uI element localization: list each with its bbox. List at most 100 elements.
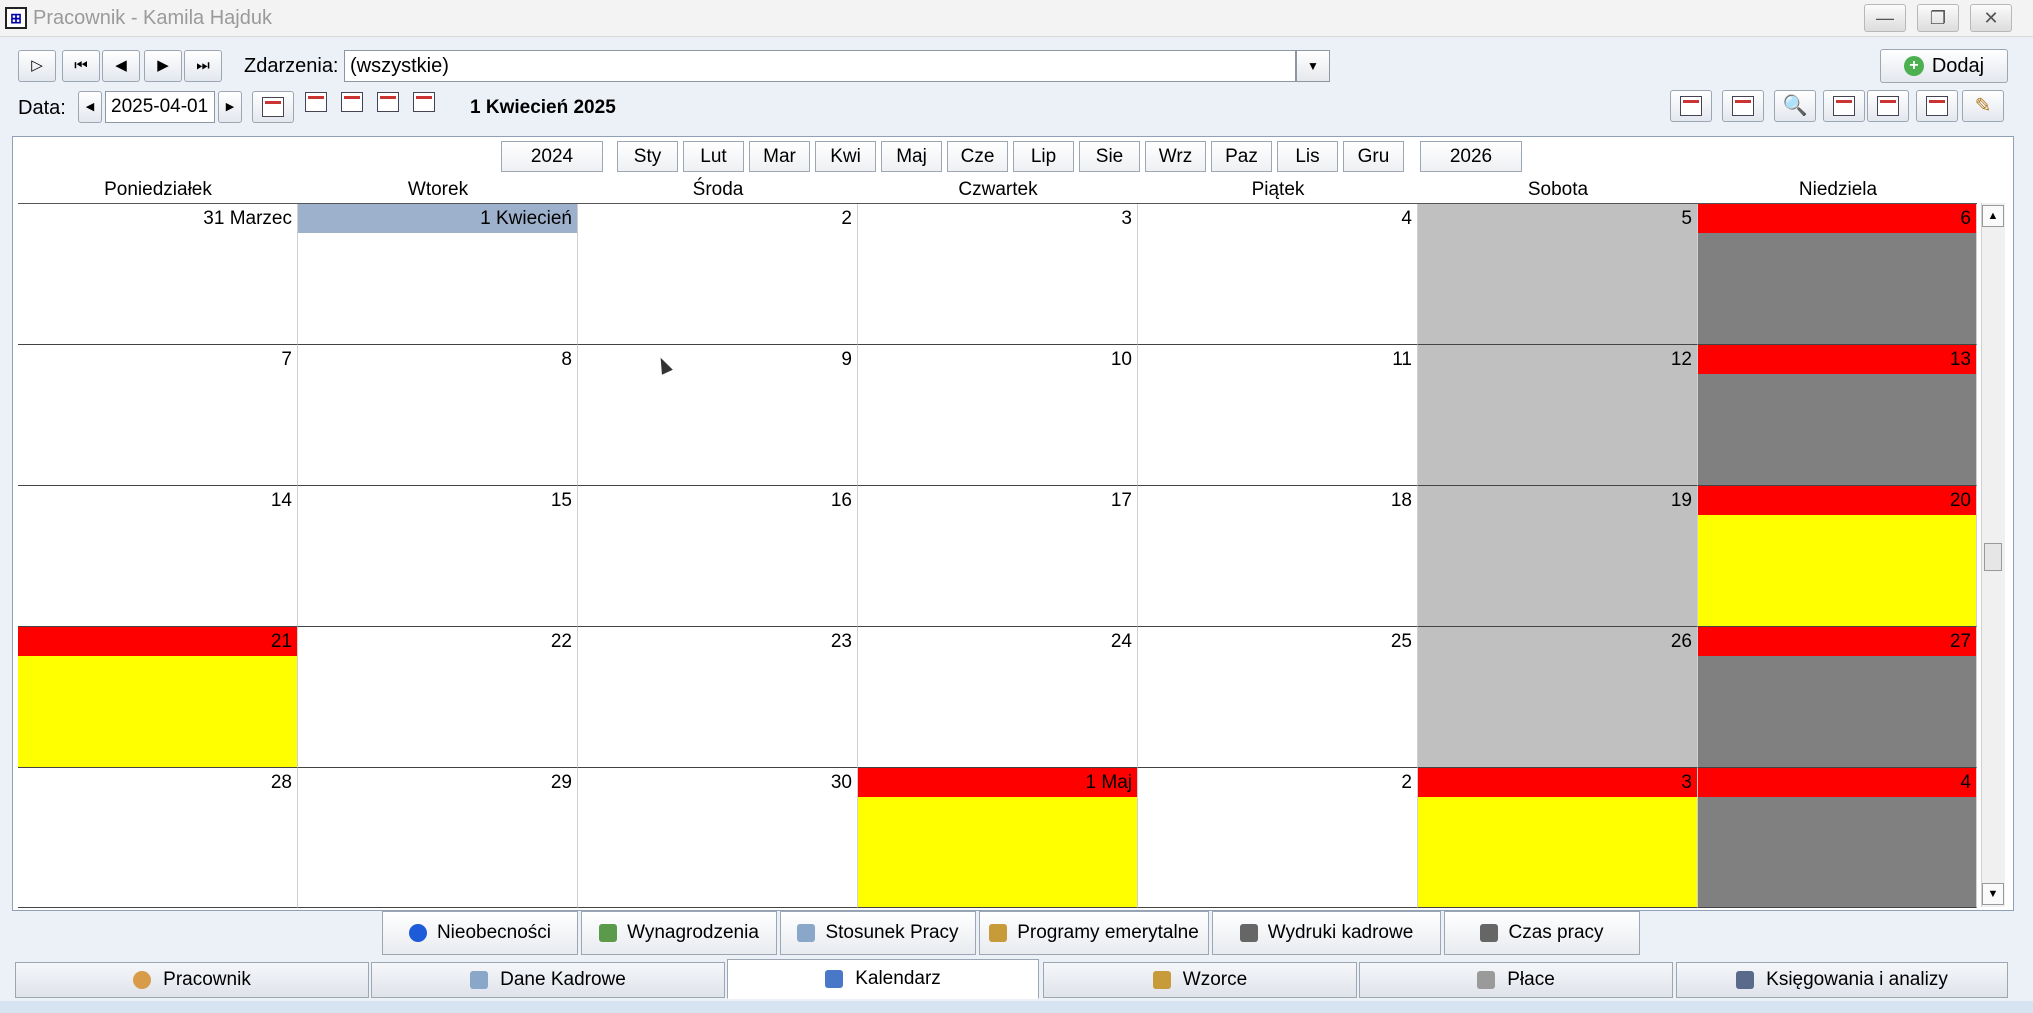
add-button[interactable]: + Dodaj xyxy=(1880,49,2008,83)
calendar-day-cell[interactable]: 1 Kwiecień xyxy=(298,204,578,345)
prev-record-button[interactable]: ◀ xyxy=(102,50,140,82)
calendar-day-cell[interactable]: 6 xyxy=(1698,204,1977,345)
next-record-button[interactable]: ▶ xyxy=(144,50,182,82)
day-number: 28 xyxy=(270,772,292,793)
calendar-day-cell[interactable]: 3 xyxy=(858,204,1138,345)
scroll-down-icon[interactable]: ▼ xyxy=(1982,883,2004,905)
subtab-wydruki-kadrowe[interactable]: Wydruki kadrowe xyxy=(1212,911,1441,955)
subtab-programy-emerytalne[interactable]: Programy emerytalne xyxy=(979,911,1209,955)
calendar-day-cell[interactable]: 25 xyxy=(1138,627,1418,768)
next-year-button[interactable]: 2026 xyxy=(1420,141,1522,172)
calendar-day-cell[interactable]: 19 xyxy=(1418,486,1698,627)
zdarzenia-select[interactable]: (wszystkie) xyxy=(344,50,1296,82)
subtab-wynagrodzenia[interactable]: Wynagrodzenia xyxy=(581,911,777,955)
month-button-lip[interactable]: Lip xyxy=(1013,141,1074,172)
tab-label: Dane Kadrowe xyxy=(500,969,626,990)
first-record-button[interactable]: ⏮ xyxy=(62,50,100,82)
week-view-icon[interactable] xyxy=(341,92,365,116)
calendar-day-cell[interactable]: 2 xyxy=(578,204,858,345)
day-view-icon[interactable] xyxy=(305,92,329,116)
subtab-nieobecnosci[interactable]: Nieobecności xyxy=(382,911,578,955)
calendar-day-cell[interactable]: 27 xyxy=(1698,627,1977,768)
calendar-day-cell[interactable]: 3 xyxy=(1418,768,1698,908)
schedule-icon[interactable] xyxy=(1722,90,1764,122)
calendar-day-cell[interactable]: 14 xyxy=(18,486,298,627)
prev-year-button[interactable]: 2024 xyxy=(501,141,603,172)
calendar-day-cell[interactable]: 7 xyxy=(18,345,298,486)
tab-wzorce[interactable]: Wzorce xyxy=(1043,962,1357,998)
date-prev-button[interactable]: ◀ xyxy=(78,91,102,123)
search-icon[interactable]: 🔍 xyxy=(1774,90,1816,122)
image-icon[interactable] xyxy=(1823,90,1865,122)
grid-view-icon[interactable] xyxy=(1916,90,1958,122)
calendar-day-cell[interactable]: 28 xyxy=(18,768,298,908)
month-button-cze[interactable]: Cze xyxy=(947,141,1008,172)
calendar-day-cell[interactable]: 23 xyxy=(578,627,858,768)
calendar-day-cell[interactable]: 2 xyxy=(1138,768,1418,908)
calendar-day-cell[interactable]: 17 xyxy=(858,486,1138,627)
calendar-day-cell[interactable]: 29 xyxy=(298,768,578,908)
calendar-day-cell[interactable]: 26 xyxy=(1418,627,1698,768)
calendar-day-cell[interactable]: 11 xyxy=(1138,345,1418,486)
month-button-sty[interactable]: Sty xyxy=(617,141,678,172)
calendar-day-cell[interactable]: 10 xyxy=(858,345,1138,486)
maximize-button[interactable]: ❐ xyxy=(1917,4,1959,32)
close-button[interactable]: ✕ xyxy=(1970,4,2012,32)
tab-ksiegowania[interactable]: Księgowania i analizy xyxy=(1676,962,2008,998)
calendar-day-cell[interactable]: 22 xyxy=(298,627,578,768)
calendar-day-cell[interactable]: 24 xyxy=(858,627,1138,768)
calendar-icon[interactable] xyxy=(252,91,294,123)
day-number: 2 xyxy=(841,208,852,229)
scroll-thumb[interactable] xyxy=(1984,543,2002,571)
calendar-day-cell[interactable]: 15 xyxy=(298,486,578,627)
calendar-day-cell[interactable]: 30 xyxy=(578,768,858,908)
month-button-wrz[interactable]: Wrz xyxy=(1145,141,1206,172)
day-number: 1 Maj xyxy=(858,768,1137,797)
month-button-paz[interactable]: Paz xyxy=(1211,141,1272,172)
person-icon xyxy=(133,971,152,989)
calendar-day-cell[interactable]: 8 xyxy=(298,345,578,486)
date-next-button[interactable]: ▶ xyxy=(218,91,242,123)
list-view-icon[interactable] xyxy=(413,92,437,116)
day-number: 25 xyxy=(1390,631,1412,652)
calendar-day-cell[interactable]: 1 Maj xyxy=(858,768,1138,908)
month-button-kwi[interactable]: Kwi xyxy=(815,141,876,172)
month-button-lis[interactable]: Lis xyxy=(1277,141,1338,172)
tab-dane-kadrowe[interactable]: Dane Kadrowe xyxy=(371,962,725,998)
month-view-icon[interactable] xyxy=(377,92,401,116)
calendar-day-cell[interactable]: 5 xyxy=(1418,204,1698,345)
calendar-day-cell[interactable]: 4 xyxy=(1698,768,1977,908)
month-button-sie[interactable]: Sie xyxy=(1079,141,1140,172)
tab-place[interactable]: Płace xyxy=(1359,962,1673,998)
tab-kalendarz[interactable]: Kalendarz xyxy=(727,959,1039,999)
day-number: 22 xyxy=(550,631,572,652)
day-number: 1 Kwiecień xyxy=(298,204,577,233)
scroll-up-icon[interactable]: ▲ xyxy=(1982,205,2004,227)
last-record-button[interactable]: ⏭ xyxy=(184,50,222,82)
refresh-icon[interactable] xyxy=(1867,90,1909,122)
day-number: 4 xyxy=(1401,208,1412,229)
date-input[interactable]: 2025-04-01 xyxy=(105,91,215,123)
calendar-day-cell[interactable]: 9 xyxy=(578,345,858,486)
calendar-day-cell[interactable]: 4 xyxy=(1138,204,1418,345)
month-button-mar[interactable]: Mar xyxy=(749,141,810,172)
vertical-scrollbar[interactable]: ▲ ▼ xyxy=(1981,203,2005,907)
calendar-day-cell[interactable]: 12 xyxy=(1418,345,1698,486)
event-icon[interactable] xyxy=(1670,90,1712,122)
calendar-day-cell[interactable]: 18 xyxy=(1138,486,1418,627)
minimize-button[interactable]: — xyxy=(1864,4,1906,32)
pencil-icon[interactable]: ✎ xyxy=(1962,90,2004,122)
calendar-day-cell[interactable]: 20 xyxy=(1698,486,1977,627)
month-button-lut[interactable]: Lut xyxy=(683,141,744,172)
subtab-czas-pracy[interactable]: Czas pracy xyxy=(1444,911,1640,955)
month-button-maj[interactable]: Maj xyxy=(881,141,942,172)
tab-pracownik[interactable]: Pracownik xyxy=(15,962,369,998)
calendar-day-cell[interactable]: 31 Marzec xyxy=(18,204,298,345)
calendar-day-cell[interactable]: 21 xyxy=(18,627,298,768)
play-button[interactable]: ▷ xyxy=(18,50,56,82)
calendar-day-cell[interactable]: 13 xyxy=(1698,345,1977,486)
subtab-stosunek-pracy[interactable]: Stosunek Pracy xyxy=(780,911,976,955)
calendar-day-cell[interactable]: 16 xyxy=(578,486,858,627)
month-button-gru[interactable]: Gru xyxy=(1343,141,1404,172)
chevron-down-icon[interactable]: ▼ xyxy=(1296,50,1330,82)
